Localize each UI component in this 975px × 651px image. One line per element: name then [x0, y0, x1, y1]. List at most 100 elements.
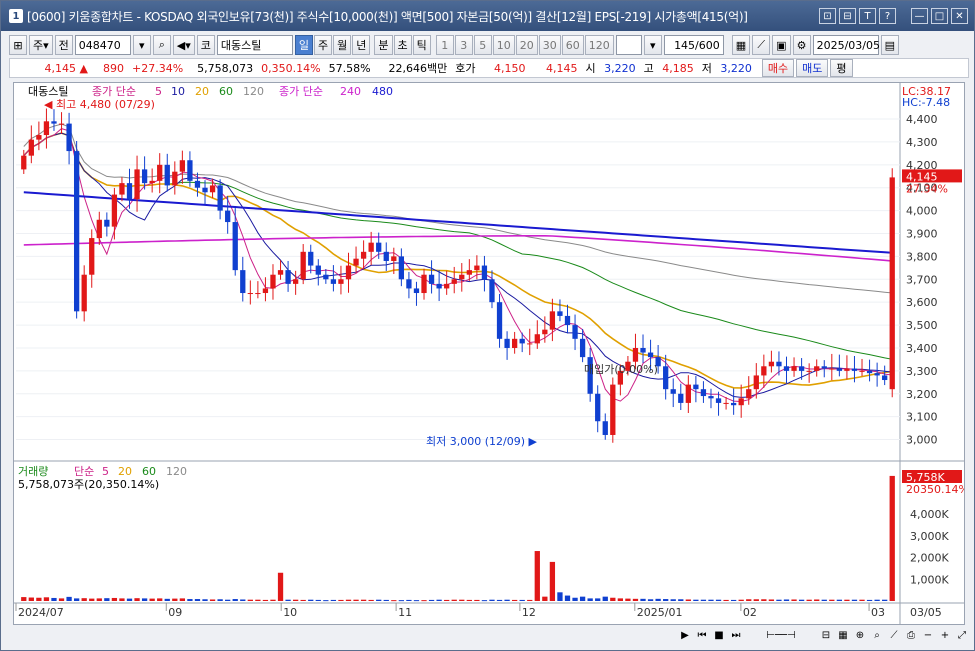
indicator-icon[interactable]: ⟋ — [752, 35, 771, 55]
trend-icon[interactable]: ⟋ — [887, 628, 901, 642]
legend-ma-10: 10 — [171, 85, 185, 98]
restore-icon[interactable]: ⊟ — [839, 8, 856, 24]
volume-bar — [579, 596, 586, 601]
market-button[interactable]: 코 — [196, 35, 215, 55]
zoom-slider[interactable]: ⊢──⊣ — [746, 628, 816, 642]
volume-bar — [225, 599, 231, 601]
period-tab-5[interactable]: 초 — [393, 35, 412, 55]
interval-dropdown-icon[interactable]: ▾ — [643, 35, 662, 55]
volume-bar — [330, 599, 337, 601]
candlestick-chart[interactable]: 4,4004,3004,2004,1004,0003,9003,8003,700… — [14, 83, 969, 624]
interval-button-60[interactable]: 60 — [561, 35, 584, 55]
chart-panel[interactable]: 4,400 4,300 4,200 4,100 4,000 3,900 3,800 3,700… — [13, 82, 969, 625]
minus-icon[interactable]: − — [921, 628, 935, 642]
help-icon[interactable]: ? — [879, 8, 896, 24]
price-change-pct: +27.34% — [132, 61, 184, 75]
calendar-icon[interactable]: ▤ — [880, 35, 899, 55]
volume-bar — [746, 599, 752, 601]
volume-bar — [164, 598, 170, 601]
stock-name-field[interactable]: 대동스틸 — [216, 35, 293, 55]
print-icon[interactable]: ⎙ — [904, 628, 918, 642]
volume-bar — [43, 597, 50, 601]
volume-bar — [836, 599, 843, 601]
interval-button-3[interactable]: 3 — [454, 35, 473, 55]
interval-button-20[interactable]: 20 — [515, 35, 538, 55]
volume-bar — [693, 599, 699, 601]
price-tick-label: 3,700 — [906, 273, 938, 286]
expand-icon[interactable]: ⤢ — [955, 628, 969, 642]
scroll-right-icon[interactable]: ▶ — [678, 628, 692, 642]
period-select[interactable]: 주 ▾ — [29, 35, 53, 55]
volume-bar — [209, 599, 216, 601]
x-tick-label: 12 — [522, 606, 536, 619]
sell-button[interactable]: 매도 — [796, 59, 829, 77]
period-tab-0[interactable]: 일 — [294, 35, 314, 55]
interval-custom-input[interactable] — [615, 35, 642, 55]
crosshair-icon[interactable]: ⊕ — [853, 628, 867, 642]
period-tab-1[interactable]: 주 — [314, 35, 333, 55]
price-tick-label: 3,200 — [906, 388, 938, 401]
interval-button-30[interactable]: 30 — [538, 35, 561, 55]
volume-bar — [187, 599, 193, 601]
interval-button-1[interactable]: 1 — [435, 35, 454, 55]
interval-button-5[interactable]: 5 — [473, 35, 492, 55]
gear-icon[interactable]: ⚙ — [792, 35, 811, 55]
interval-button-10[interactable]: 10 — [492, 35, 515, 55]
date-input[interactable]: 2025/03/05 — [812, 35, 880, 55]
search-icon[interactable]: ⌕ — [152, 35, 171, 55]
period-tab-4[interactable]: 분 — [374, 35, 393, 55]
volume-bar — [723, 599, 729, 601]
volume-bar — [504, 599, 510, 601]
period-tab-6[interactable]: 틱 — [412, 35, 431, 55]
volume-bar — [270, 599, 276, 601]
candle-body — [255, 293, 261, 295]
candle-body — [678, 393, 684, 403]
volume-bar — [632, 598, 639, 601]
candle-body — [96, 219, 102, 239]
period-tab-2[interactable]: 월 — [333, 35, 352, 55]
legend-long-ma-group: 종가 단순 — [279, 85, 323, 98]
count-field[interactable]: 145/600 — [663, 35, 724, 55]
eval-button[interactable]: 평 — [830, 59, 853, 77]
search-zoom-icon[interactable]: ⌕ — [870, 628, 884, 642]
volume-bar — [708, 599, 714, 601]
maximize-icon[interactable]: □ — [931, 8, 948, 24]
interval-button-120[interactable]: 120 — [584, 35, 614, 55]
chart-settings-icon[interactable]: ▦ — [731, 35, 751, 55]
minimize-icon[interactable]: — — [911, 8, 928, 24]
candle-body — [595, 393, 601, 422]
period-tab-3[interactable]: 년 — [352, 35, 371, 55]
candle-body — [376, 242, 382, 252]
buy-button[interactable]: 매수 — [761, 59, 795, 77]
window-icon[interactable]: ⊡ — [819, 8, 836, 24]
plus-icon[interactable]: + — [938, 628, 952, 642]
first-page-icon[interactable]: ⏮ — [695, 628, 709, 642]
grid-icon[interactable]: ▦ — [836, 628, 850, 642]
candle-body — [360, 251, 367, 259]
next-page-icon[interactable]: ⏭ — [729, 628, 743, 642]
volume-bar — [496, 599, 503, 601]
save-icon[interactable]: ▣ — [772, 35, 791, 55]
legend-ma-240: 240 — [340, 85, 361, 98]
volume-bar — [549, 561, 556, 601]
close-icon[interactable]: ✕ — [951, 8, 968, 24]
layout-icon[interactable]: ⊞ — [9, 35, 27, 55]
volume-bar — [587, 598, 593, 601]
stock-code-input[interactable]: 048470 — [74, 35, 131, 55]
stop-icon[interactable]: ■ — [712, 628, 726, 642]
price-tick-label: 4,400 — [906, 113, 938, 126]
candle-body — [670, 389, 676, 394]
prev-button[interactable]: 전 — [54, 35, 73, 55]
volume-bar — [58, 598, 65, 601]
candle-body — [149, 180, 155, 184]
pin-icon[interactable]: T — [859, 8, 876, 24]
zoom-out-icon[interactable]: ⊟ — [819, 628, 833, 642]
high-annotation: ◀ 최고 4,480 (07/29) — [44, 98, 155, 111]
sound-icon[interactable]: ◀▾ — [172, 35, 195, 55]
candle-body — [459, 274, 465, 280]
volume-value-label: 5,758,073주(20,350.14%) — [18, 478, 159, 491]
candle-body — [73, 151, 80, 312]
volume-bar — [149, 598, 155, 601]
code-dropdown-icon[interactable]: ▾ — [132, 35, 151, 55]
candle-body — [663, 366, 669, 390]
